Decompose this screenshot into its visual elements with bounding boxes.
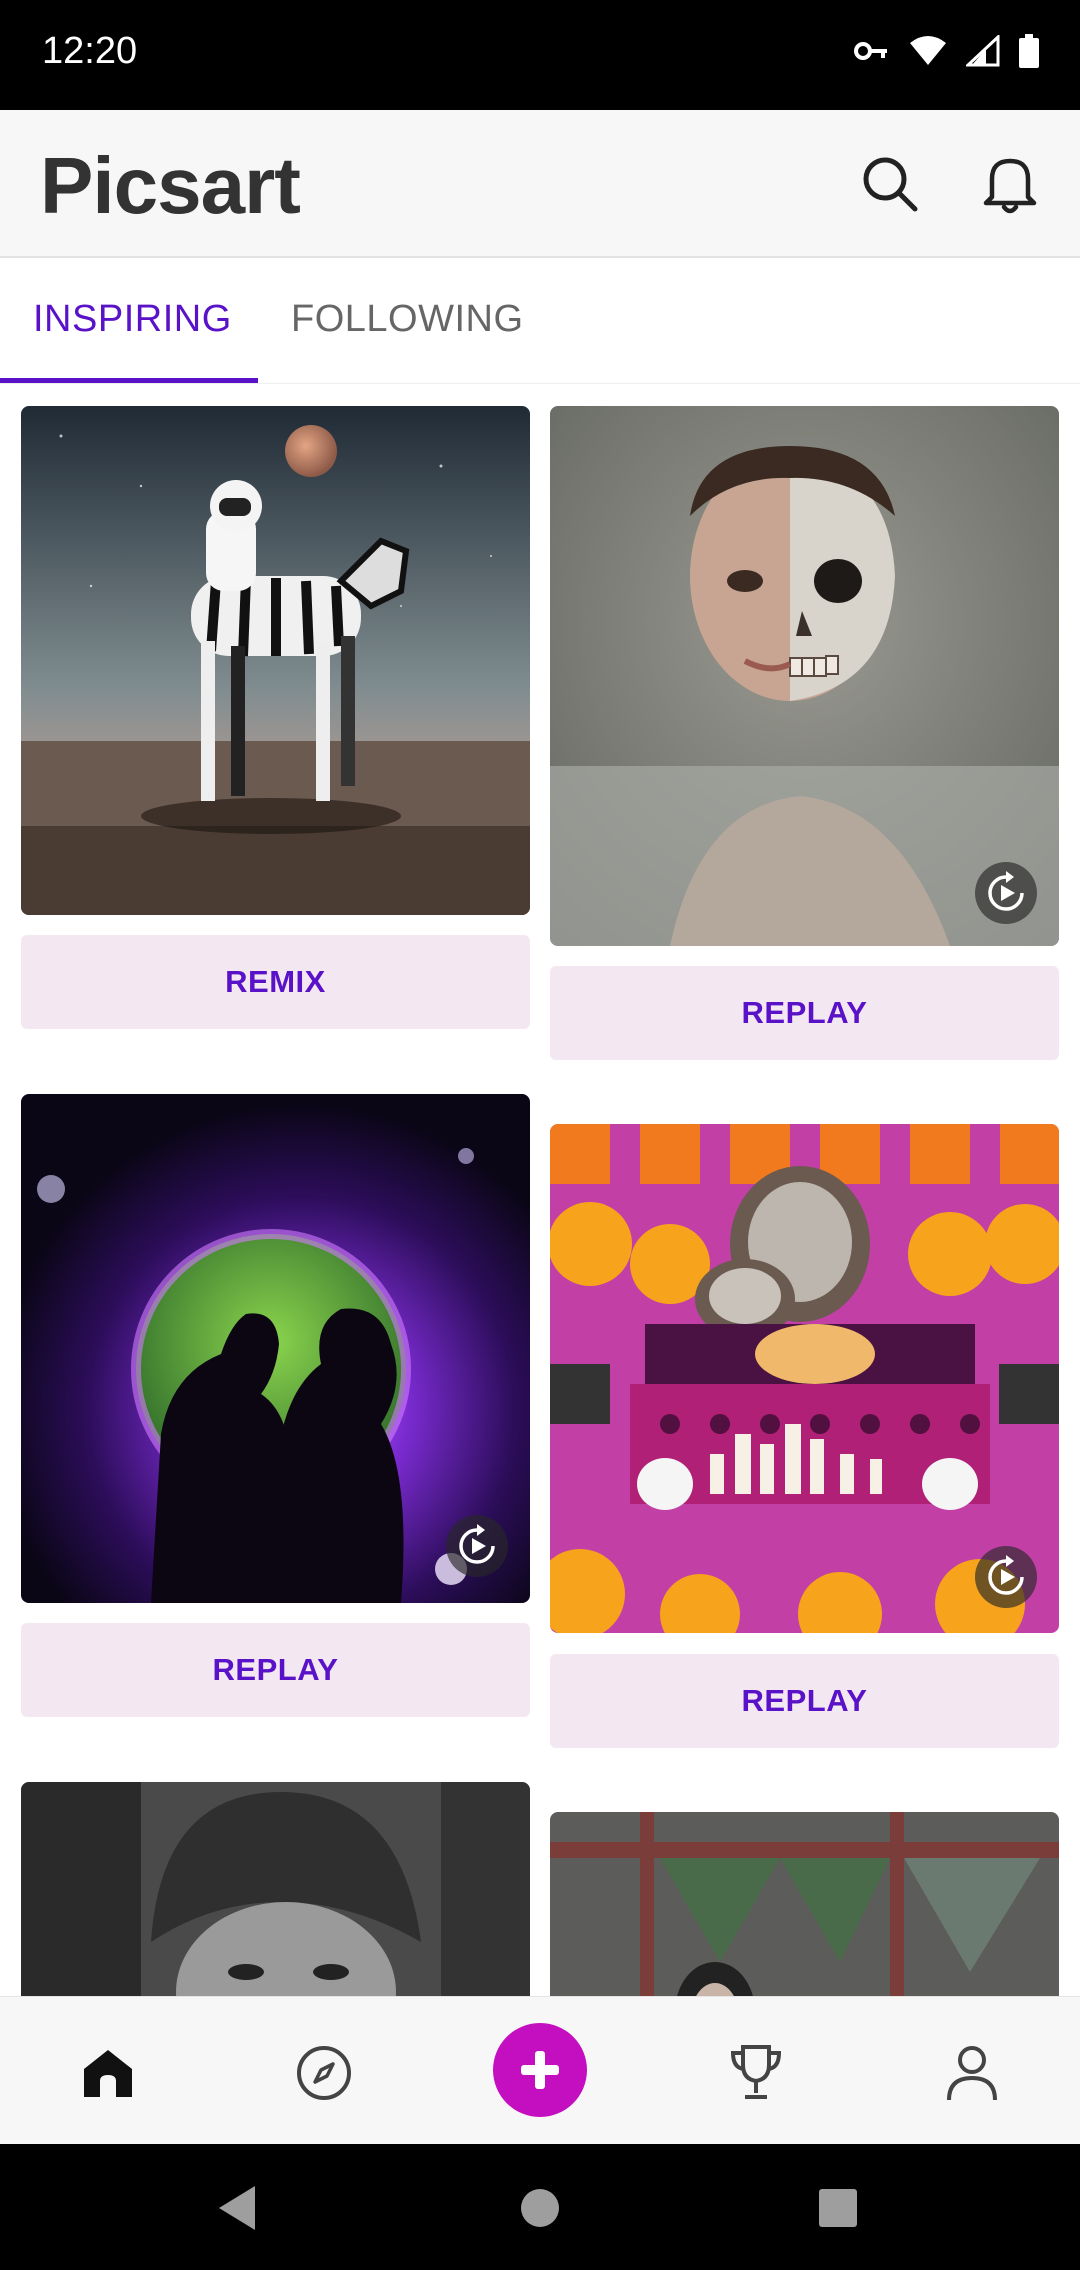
tab-inspiring[interactable]: INSPIRING — [33, 298, 232, 341]
replay-badge[interactable] — [975, 862, 1037, 924]
explore-icon — [297, 2046, 351, 2100]
home-icon — [84, 2050, 132, 2097]
astronaut-zebra-image — [21, 406, 530, 915]
replay-badge[interactable] — [446, 1515, 508, 1577]
battery-icon — [1019, 34, 1039, 68]
profile-icon — [947, 2046, 997, 2101]
vpn-key-icon — [854, 42, 887, 60]
feed-image[interactable] — [21, 406, 530, 915]
bottom-navigation — [0, 1996, 1080, 2144]
replay-button[interactable]: REPLAY — [21, 1623, 530, 1717]
nav-home[interactable] — [72, 2037, 144, 2109]
replay-button[interactable]: REPLAY — [550, 966, 1059, 1060]
app-bar: Picsart — [0, 110, 1080, 258]
window-banner-image — [550, 1812, 1059, 1996]
system-navigation-bar — [0, 2144, 1080, 2270]
status-time: 12:20 — [42, 30, 138, 72]
wifi-icon — [910, 36, 946, 65]
create-icon — [521, 2051, 559, 2089]
home-circle-icon[interactable] — [520, 2188, 560, 2228]
skull-portrait-image — [550, 406, 1059, 946]
tab-following[interactable]: FOLLOWING — [291, 298, 524, 341]
nav-challenges[interactable] — [720, 2037, 792, 2109]
replay-icon — [459, 1524, 495, 1564]
cellular-icon — [966, 35, 1000, 67]
nav-explore[interactable] — [288, 2037, 360, 2109]
status-icons — [854, 34, 1040, 68]
search-icon — [863, 157, 918, 212]
notifications-button[interactable] — [972, 146, 1048, 222]
replay-icon — [988, 871, 1024, 911]
feed-image[interactable] — [21, 1782, 530, 1996]
search-button[interactable] — [852, 146, 928, 222]
feed-image[interactable] — [550, 1812, 1059, 1996]
feed-image[interactable] — [550, 406, 1059, 946]
replay-icon — [988, 1555, 1024, 1595]
feed-tabs: INSPIRING FOLLOWING — [0, 258, 1080, 384]
picsart-logo[interactable]: Picsart — [40, 140, 301, 232]
trophy-icon — [730, 2045, 782, 2099]
recents-icon[interactable] — [818, 2188, 858, 2228]
nav-profile[interactable] — [936, 2037, 1008, 2109]
replay-button[interactable]: REPLAY — [550, 1654, 1059, 1748]
create-button[interactable] — [493, 2023, 587, 2117]
bell-icon — [983, 158, 1037, 214]
replay-badge[interactable] — [975, 1546, 1037, 1608]
tab-indicator — [0, 378, 258, 383]
inspiration-feed[interactable]: REMIX REPLAY REPLAY REPLAY — [0, 384, 1080, 1996]
fur-hat-portrait-image — [21, 1782, 530, 1996]
back-icon[interactable] — [215, 2184, 259, 2232]
status-bar: 12:20 — [0, 0, 1080, 110]
remix-button[interactable]: REMIX — [21, 935, 530, 1029]
